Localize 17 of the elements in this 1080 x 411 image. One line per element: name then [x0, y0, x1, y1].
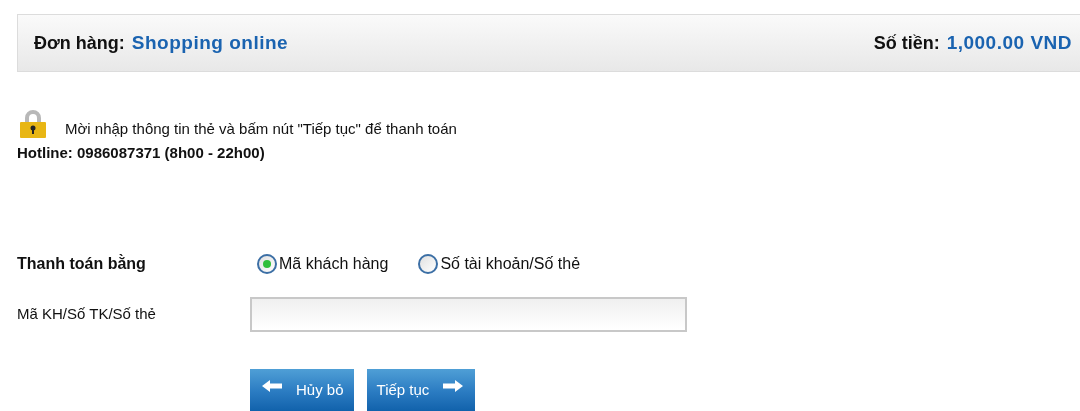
padlock-icon [17, 110, 49, 138]
amount-label: Số tiền: [873, 31, 940, 55]
radio-button[interactable] [418, 253, 439, 274]
order-name: Shopping online [131, 30, 289, 55]
payment-method-label: Thanh toán bằng [17, 253, 147, 274]
card-field-label: Mã KH/Số TK/Số thẻ [17, 303, 157, 324]
amount-value: 1,000.00 VND [946, 30, 1072, 55]
continue-button[interactable]: Tiếp tục [366, 368, 476, 411]
left-arrow-icon [260, 378, 284, 393]
cancel-button[interactable]: Hủy bỏ [250, 368, 354, 411]
radio-button[interactable] [257, 253, 277, 274]
order-label: Đơn hàng: [34, 31, 125, 55]
hotline-text: Hotline: 0986087371 (8h00 - 22h00) [17, 143, 265, 163]
radio-option[interactable]: Số tài khoản/Số thẻ [418, 251, 581, 276]
radio-option[interactable]: Mã khách hàng [257, 251, 389, 276]
card-number-field[interactable] [250, 296, 687, 332]
instruction-text: Mời nhập thông tin thẻ và bấm nút "Tiếp tục" để thanh toán [65, 120, 457, 138]
